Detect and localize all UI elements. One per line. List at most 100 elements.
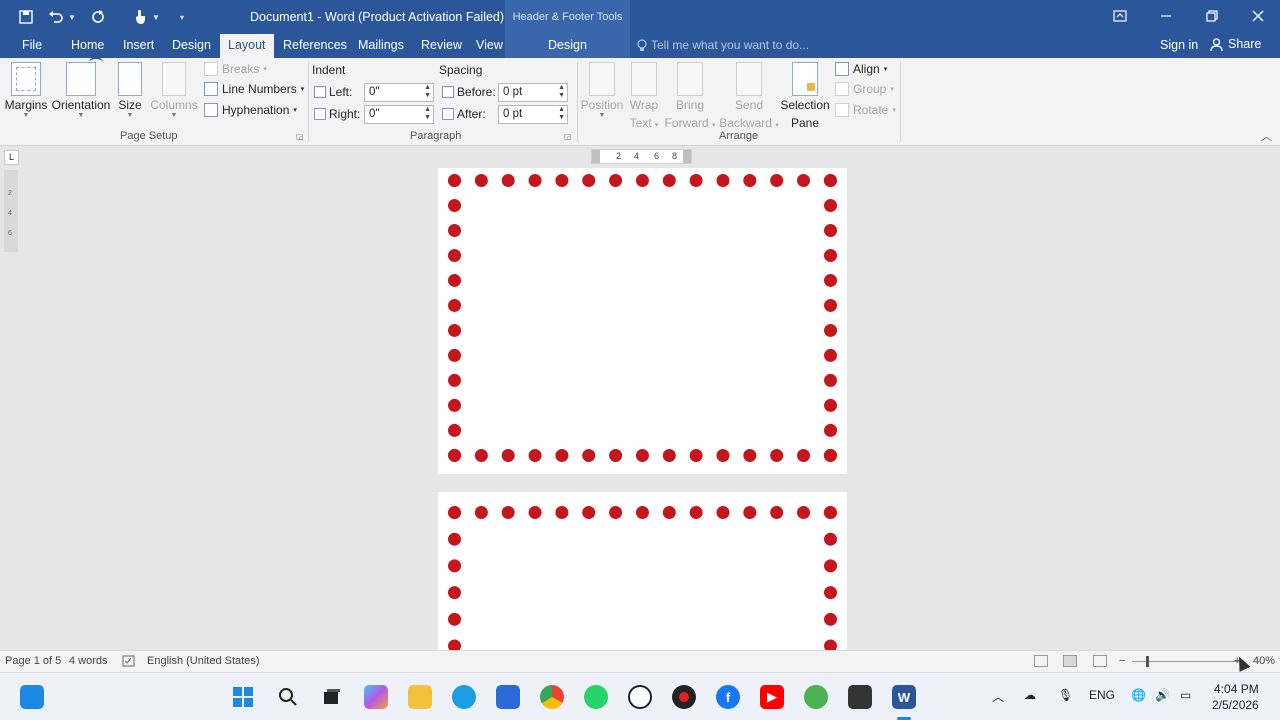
document-page[interactable] <box>438 492 847 650</box>
collapse-ribbon-icon[interactable]: ︿ <box>1261 128 1272 144</box>
customize-qat-icon[interactable]: ▾ <box>180 13 192 22</box>
search-icon[interactable] <box>276 685 300 709</box>
wrap-text-button[interactable]: Wrap Text ▾ <box>624 62 664 130</box>
paragraph-launcher-icon[interactable]: ◲ <box>564 132 572 141</box>
system-clock[interactable]: 4:04 PM 2/5/2026 <box>1212 681 1259 713</box>
line-numbers-button[interactable]: Line Numbers ▾ <box>204 82 304 96</box>
save-icon[interactable] <box>14 6 38 28</box>
ribbon-display-options-icon[interactable] <box>1106 4 1134 28</box>
microphone-icon[interactable]: 🎙 <box>1058 688 1073 702</box>
position-button[interactable]: Position ▼ <box>580 62 624 120</box>
edge-icon[interactable] <box>452 685 476 709</box>
app-green-icon[interactable] <box>804 685 828 709</box>
undo-dropdown-icon[interactable]: ▼ <box>68 13 80 22</box>
spinner-arrows-icon[interactable]: ▲ ▼ <box>558 84 565 100</box>
camera-icon[interactable] <box>848 685 872 709</box>
spinner-arrows-icon[interactable]: ▲ ▼ <box>558 106 565 122</box>
word-count[interactable]: 4 words <box>69 655 108 667</box>
youtube-icon[interactable]: ▶ <box>760 685 784 709</box>
columns-label: Columns <box>150 98 198 112</box>
windows-start-icon[interactable] <box>231 685 255 709</box>
spinner-arrows-icon[interactable]: ▲ ▼ <box>424 84 431 100</box>
share-button[interactable]: Share <box>1210 37 1261 51</box>
proofing-icon[interactable] <box>122 655 136 670</box>
page-count[interactable]: Page 1 of 5 <box>5 655 61 667</box>
selection-pane-button[interactable]: Selection Pane <box>780 62 830 130</box>
size-icon <box>118 62 142 96</box>
tab-references[interactable]: References <box>275 34 355 58</box>
margins-button[interactable]: Margins ▼ <box>4 62 48 120</box>
indent-right-icon <box>314 108 326 120</box>
input-language[interactable]: ENG <box>1089 688 1115 702</box>
selection-pane-label-2: Pane <box>790 116 820 130</box>
document-page[interactable] <box>438 168 847 474</box>
zoom-out-icon[interactable]: − <box>1119 655 1125 667</box>
window-controls <box>1106 4 1272 28</box>
hyphenation-icon <box>204 103 218 117</box>
tab-file[interactable]: File <box>14 34 50 58</box>
widgets-icon[interactable] <box>20 685 44 709</box>
print-layout-icon[interactable] <box>1063 655 1077 667</box>
hyphenation-button[interactable]: Hyphenation ▾ <box>204 103 297 117</box>
word-icon[interactable]: W <box>892 685 916 709</box>
file-explorer-icon[interactable] <box>408 685 432 709</box>
align-button[interactable]: Align ▾ <box>835 62 887 76</box>
zoom-slider-thumb[interactable] <box>1146 656 1149 667</box>
touch-mode-dropdown-icon[interactable]: ▼ <box>152 13 164 22</box>
zoom-level[interactable]: 40% <box>1253 655 1275 667</box>
copilot-icon[interactable] <box>364 685 388 709</box>
network-icon[interactable]: 🌐 <box>1131 688 1146 702</box>
tell-me-search[interactable]: Tell me what you want to do... <box>637 38 809 52</box>
spacing-before-input[interactable]: 0 pt ▲ ▼ <box>498 83 568 102</box>
recorder-icon[interactable] <box>672 685 696 709</box>
tab-header-footer-design[interactable]: Design <box>505 34 630 58</box>
send-backward-label-2: Backward <box>719 116 772 130</box>
touch-mode-icon[interactable] <box>128 6 152 28</box>
battery-icon[interactable]: ▭ <box>1180 688 1191 702</box>
cloud-off-icon[interactable]: ☁ <box>1024 688 1036 702</box>
chrome-icon[interactable] <box>540 685 564 709</box>
spinner-arrows-icon[interactable]: ▲ ▼ <box>424 106 431 122</box>
send-backward-button[interactable]: Send Backward ▾ <box>718 62 780 130</box>
horizontal-ruler[interactable]: 2 4 6 8 <box>591 149 692 164</box>
restore-icon[interactable] <box>1198 4 1226 28</box>
breaks-button[interactable]: Breaks ▾ <box>204 62 267 76</box>
tab-insert[interactable]: Insert <box>115 34 162 58</box>
close-icon[interactable] <box>1244 4 1272 28</box>
read-mode-icon[interactable] <box>1034 655 1048 667</box>
group-button[interactable]: Group ▾ <box>835 82 894 96</box>
spacing-title: Spacing <box>439 63 483 77</box>
undo-icon[interactable] <box>44 6 68 28</box>
language[interactable]: English (United States) <box>147 655 260 667</box>
task-view-icon[interactable] <box>320 685 344 709</box>
bring-forward-label: Bring <box>675 98 704 112</box>
page-setup-launcher-icon[interactable]: ◲ <box>296 132 304 141</box>
tab-design[interactable]: Design <box>164 34 219 58</box>
indent-left-input[interactable]: 0" ▲ ▼ <box>364 83 434 102</box>
show-hidden-icons-icon[interactable]: ︿ <box>992 688 1004 705</box>
orientation-button[interactable]: Orientation ▼ <box>50 57 112 120</box>
sign-in-link[interactable]: Sign in <box>1160 38 1198 52</box>
selection-pane-icon <box>792 62 818 96</box>
tab-home[interactable]: Home <box>63 34 112 58</box>
size-button[interactable]: Size ▼ <box>114 62 146 120</box>
vertical-ruler[interactable]: 2 4 6 <box>4 170 18 252</box>
tab-mailings[interactable]: Mailings <box>350 34 412 58</box>
tab-selector[interactable]: L <box>4 150 19 165</box>
quick-access-toolbar: ▼ ▼ ▾ <box>14 6 192 28</box>
chatgpt-icon[interactable] <box>628 685 652 709</box>
spacing-after-input[interactable]: 0 pt ▲ ▼ <box>498 105 568 124</box>
facebook-icon[interactable]: f <box>716 685 740 709</box>
columns-button[interactable]: Columns ▼ <box>148 62 200 120</box>
whatsapp-icon[interactable] <box>584 685 608 709</box>
redo-icon[interactable] <box>86 6 110 28</box>
store-icon[interactable] <box>496 685 520 709</box>
tab-layout[interactable]: Layout <box>220 34 274 58</box>
rotate-button[interactable]: Rotate ▾ <box>835 103 896 117</box>
indent-right-input[interactable]: 0" ▲ ▼ <box>364 105 434 124</box>
volume-icon[interactable]: 🔊 <box>1155 688 1170 702</box>
web-layout-icon[interactable] <box>1093 655 1107 667</box>
tab-review[interactable]: Review <box>413 34 470 58</box>
minimize-icon[interactable] <box>1152 4 1180 28</box>
bring-forward-button[interactable]: Bring Forward ▾ <box>664 62 716 130</box>
